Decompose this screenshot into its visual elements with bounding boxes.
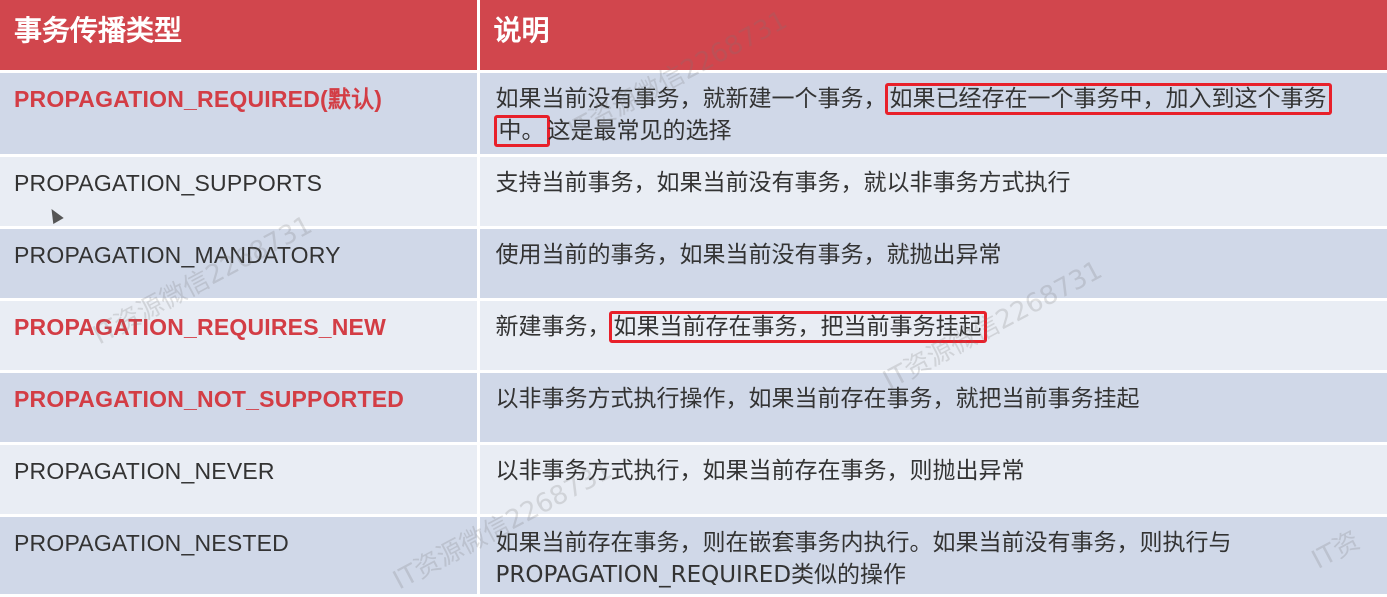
table-row: PROPAGATION_REQUIRES_NEW 新建事务， 如果当前存在事务，把当… — [0, 299, 1387, 373]
propagation-type-name: PROPAGATION_REQUIRED(默认) — [0, 71, 480, 157]
header-desc: 说明 — [478, 0, 1387, 73]
description-text: 使用当前的事务，如果当前没有事务，就抛出异常 — [495, 241, 1002, 268]
propagation-description: 支持当前事务，如果当前没有事务，就以非事务方式执行 — [478, 155, 1387, 229]
header-row: 事务传播类型 说明 — [0, 0, 1387, 73]
description-text: 如果当前没有事务，就新建一个事务， — [495, 85, 887, 112]
propagation-type-name: PROPAGATION_NESTED — [0, 515, 480, 597]
propagation-type-name: PROPAGATION_NOT_SUPPORTED — [0, 371, 480, 445]
description-text: 如果当前存在事务，则在嵌套事务内执行。如果当前没有事务，则执行与PROPAGAT… — [495, 529, 1232, 588]
header-type: 事务传播类型 — [0, 0, 480, 73]
propagation-type-name: PROPAGATION_MANDATORY — [0, 227, 480, 301]
description-text: 以非事务方式执行操作，如果当前存在事务，就把当前事务挂起 — [495, 385, 1140, 412]
propagation-description: 如果当前存在事务，则在嵌套事务内执行。如果当前没有事务，则执行与PROPAGAT… — [478, 515, 1387, 597]
table-row: PROPAGATION_NOT_SUPPORTED 以非事务方式执行操作，如果当前… — [0, 371, 1387, 445]
propagation-description: 如果当前没有事务，就新建一个事务， 如果已经存在一个事务中，加入到这个事务中。 这是… — [478, 71, 1387, 157]
table-row: PROPAGATION_SUPPORTS 支持当前事务，如果当前没有事务，就以非事… — [0, 155, 1387, 229]
table-row: PROPAGATION_REQUIRED(默认) 如果当前没有事务，就新建一个事务… — [0, 71, 1387, 157]
propagation-table: 事务传播类型 说明 PROPAGATION_REQUIRED(默认) 如果当前没有… — [0, 0, 1387, 597]
table-row: PROPAGATION_MANDATORY 使用当前的事务，如果当前没有事务，就抛… — [0, 227, 1387, 301]
propagation-type-name: PROPAGATION_REQUIRES_NEW — [0, 299, 480, 373]
propagation-description: 使用当前的事务，如果当前没有事务，就抛出异常 — [478, 227, 1387, 301]
propagation-description: 以非事务方式执行操作，如果当前存在事务，就把当前事务挂起 — [478, 371, 1387, 445]
propagation-type-name: PROPAGATION_NEVER — [0, 443, 480, 517]
table-row: PROPAGATION_NESTED 如果当前存在事务，则在嵌套事务内执行。如果当… — [0, 515, 1387, 597]
description-text: 新建事务， — [495, 313, 611, 340]
propagation-description: 新建事务， 如果当前存在事务，把当前事务挂起 — [478, 299, 1387, 373]
propagation-type-name: PROPAGATION_SUPPORTS — [0, 155, 480, 229]
table-row: PROPAGATION_NEVER 以非事务方式执行，如果当前存在事务，则抛出异常 — [0, 443, 1387, 517]
description-text: 支持当前事务，如果当前没有事务，就以非事务方式执行 — [495, 169, 1071, 196]
description-text: 这是最常见的选择 — [547, 117, 732, 144]
description-text: 以非事务方式执行，如果当前存在事务，则抛出异常 — [495, 457, 1025, 484]
propagation-description: 以非事务方式执行，如果当前存在事务，则抛出异常 — [478, 443, 1387, 517]
highlight-box-text: 如果当前存在事务，把当前事务挂起 — [608, 310, 987, 343]
